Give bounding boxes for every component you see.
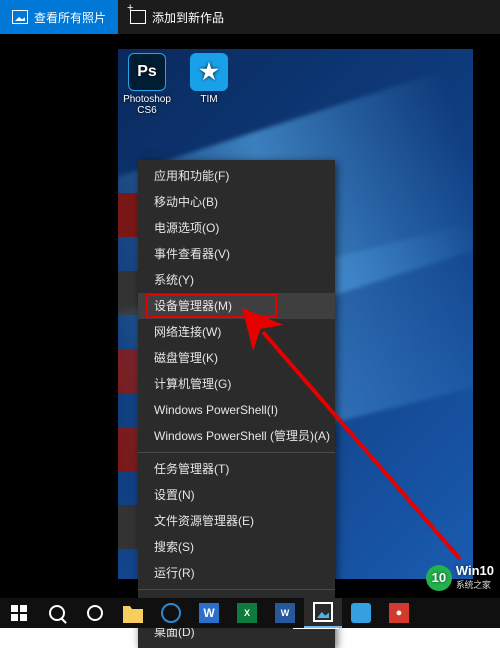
word-icon: W (275, 603, 295, 623)
taskbar-avatar[interactable] (342, 598, 380, 628)
taskbar-search-button[interactable] (38, 598, 76, 628)
desktop-icon-label: Photoshop CS6 (122, 94, 172, 116)
menu-item-system[interactable]: 系统(Y) (138, 267, 335, 293)
desktop-icon-label: TIM (184, 94, 234, 105)
search-icon (49, 605, 65, 621)
weibo-icon: ● (389, 603, 409, 623)
avatar-icon (351, 603, 371, 623)
menu-item-disk-management[interactable]: 磁盘管理(K) (138, 345, 335, 371)
photo-viewer: Ps Photoshop CS6 ★ TIM 应用和功能(F) 移动中心(B) … (0, 34, 500, 628)
watermark-subtitle: 系统之家 (456, 578, 494, 592)
site-watermark: 10 Win10 系统之家 (426, 564, 494, 592)
add-to-creation-button[interactable]: 添加到新作品 (118, 0, 236, 34)
menu-item-powershell-admin[interactable]: Windows PowerShell (管理员)(A) (138, 423, 335, 449)
app-icon: W (199, 603, 219, 623)
menu-item-event-viewer[interactable]: 事件查看器(V) (138, 241, 335, 267)
menu-item-apps-features[interactable]: 应用和功能(F) (138, 163, 335, 189)
photos-icon (12, 10, 28, 24)
add-to-icon (130, 10, 146, 24)
add-to-creation-label: 添加到新作品 (152, 9, 224, 26)
edge-icon (161, 603, 181, 623)
watermark-badge-icon: 10 (426, 565, 452, 591)
taskbar-cortana-button[interactable] (76, 598, 114, 628)
excel-icon: X (237, 603, 257, 623)
taskbar-edge[interactable] (152, 598, 190, 628)
menu-item-settings[interactable]: 设置(N) (138, 482, 335, 508)
windows-taskbar[interactable]: W X W ● (0, 598, 500, 628)
menu-item-mobility-center[interactable]: 移动中心(B) (138, 189, 335, 215)
folder-icon (123, 603, 143, 623)
app-top-toolbar: 查看所有照片 添加到新作品 (0, 0, 500, 34)
winx-context-menu[interactable]: 应用和功能(F) 移动中心(B) 电源选项(O) 事件查看器(V) 系统(Y) … (138, 160, 335, 648)
taskbar-weibo[interactable]: ● (380, 598, 418, 628)
photoshop-tile-icon: Ps (128, 53, 166, 91)
start-button[interactable] (0, 598, 38, 628)
windows-logo-icon (11, 605, 27, 621)
desktop-icon-photoshop[interactable]: Ps Photoshop CS6 (122, 53, 172, 116)
taskbar-file-explorer[interactable] (114, 598, 152, 628)
view-all-photos-button[interactable]: 查看所有照片 (0, 0, 118, 34)
taskbar-app[interactable]: W (190, 598, 228, 628)
desktop-icons-row: Ps Photoshop CS6 ★ TIM (122, 53, 234, 116)
menu-item-network-connections[interactable]: 网络连接(W) (138, 319, 335, 345)
desktop-left-column-peek (118, 193, 138, 579)
menu-item-power-options[interactable]: 电源选项(O) (138, 215, 335, 241)
menu-item-file-explorer[interactable]: 文件资源管理器(E) (138, 508, 335, 534)
watermark-title: Win10 (456, 564, 494, 578)
desktop-icon-tim[interactable]: ★ TIM (184, 53, 234, 116)
view-all-photos-label: 查看所有照片 (34, 9, 106, 26)
menu-item-search[interactable]: 搜索(S) (138, 534, 335, 560)
menu-item-task-manager[interactable]: 任务管理器(T) (138, 456, 335, 482)
menu-item-computer-management[interactable]: 计算机管理(G) (138, 371, 335, 397)
photos-icon (313, 602, 333, 622)
menu-item-run[interactable]: 运行(R) (138, 560, 335, 586)
taskbar-word[interactable]: W (266, 598, 304, 628)
cortana-icon (87, 605, 103, 621)
menu-item-powershell[interactable]: Windows PowerShell(I) (138, 397, 335, 423)
taskbar-excel[interactable]: X (228, 598, 266, 628)
taskbar-photos-app[interactable] (304, 598, 342, 628)
tim-tile-icon: ★ (190, 53, 228, 91)
menu-item-device-manager[interactable]: 设备管理器(M) (138, 293, 335, 319)
